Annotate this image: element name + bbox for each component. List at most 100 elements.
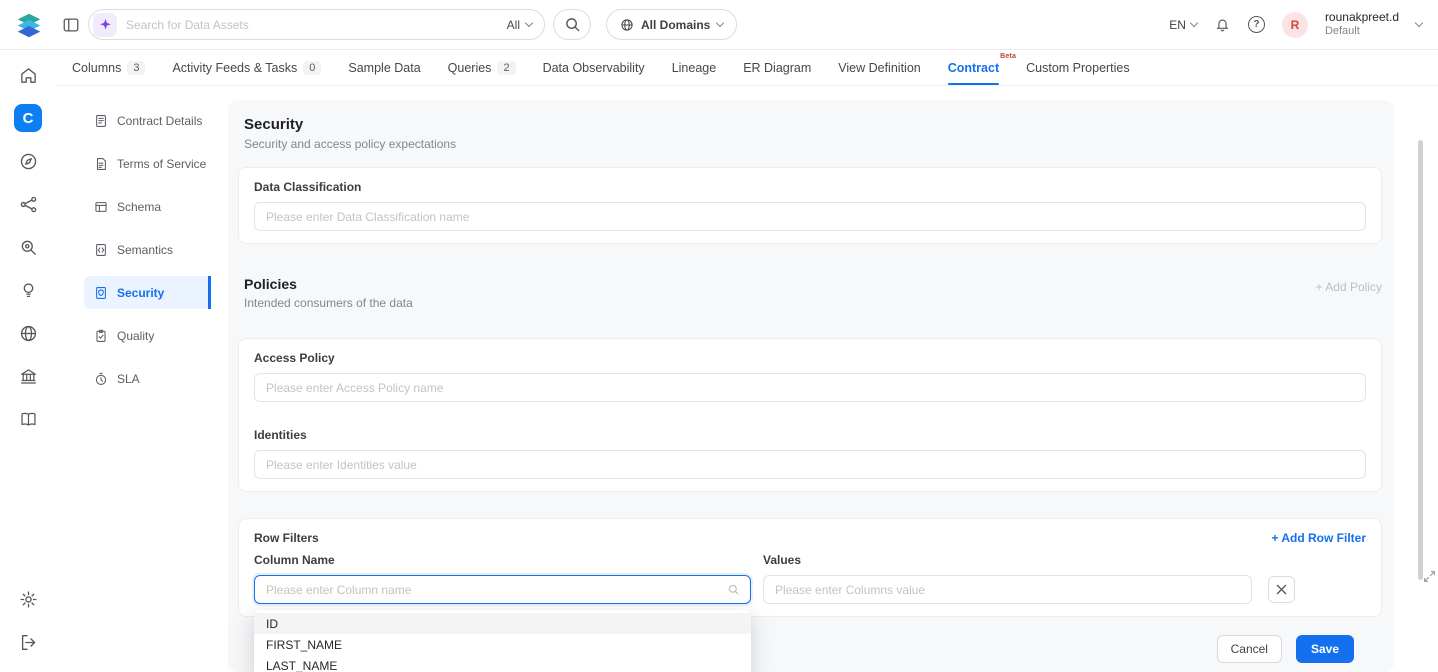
insights-icon[interactable] [11,273,45,307]
tab-custom-properties[interactable]: Custom Properties [1026,50,1130,85]
terms-of-service-icon [94,157,108,171]
tab-columns[interactable]: Columns 3 [72,50,145,85]
user-team: Default [1325,25,1399,39]
nav-item-schema[interactable]: Schema [84,190,211,223]
tab-sample-data[interactable]: Sample Data [348,50,420,85]
tab-activity-feeds[interactable]: Activity Feeds & Tasks 0 [172,50,321,85]
identities-label: Identities [254,428,1366,442]
domains-dropdown[interactable]: All Domains [606,9,737,40]
vertical-scrollbar[interactable] [1418,140,1423,580]
chevron-down-icon [1190,19,1198,27]
settings-gear-icon[interactable] [11,582,45,616]
user-menu-chevron-icon[interactable] [1415,19,1423,27]
app-logo[interactable] [14,10,44,40]
beta-badge: Beta [1000,53,1016,60]
home-icon[interactable] [11,58,45,92]
access-policy-input[interactable] [266,381,1354,395]
data-classification-input[interactable] [266,210,1354,224]
identities-input[interactable] [266,458,1354,472]
search-button[interactable] [553,9,591,40]
tab-count-badge: 3 [127,61,145,75]
row-filters-header: Row Filters + Add Row Filter [254,531,1366,545]
policies-title: Policies [244,276,413,292]
security-panel: Security Security and access policy expe… [228,100,1394,672]
values-field: Values [763,553,1295,604]
cancel-button[interactable]: Cancel [1217,635,1282,663]
tab-view-definition[interactable]: View Definition [838,50,920,85]
search-scope-dropdown[interactable]: All [507,18,532,32]
quality-check-icon [94,329,108,343]
globe-icon [620,18,634,32]
contract-section-nav: Contract Details Terms of Service Schema… [84,104,211,405]
contract-content: Contract Details Terms of Service Schema… [56,86,1438,672]
domains-globe-icon[interactable] [11,316,45,350]
sidebar-toggle-icon[interactable] [62,16,80,34]
lineage-nodes-icon[interactable] [11,187,45,221]
page-subtitle: Security and access policy expectations [244,137,1382,151]
data-classification-card: Data Classification [238,167,1382,244]
chevron-down-icon [525,19,533,27]
knowledge-center-icon[interactable] [11,402,45,436]
tab-lineage[interactable]: Lineage [672,50,717,85]
column-name-input-wrap [254,575,751,604]
observability-icon[interactable] [11,230,45,264]
policies-subtitle: Intended consumers of the data [244,296,413,310]
ai-sparkle-icon[interactable] [93,13,117,37]
chevron-down-icon [716,19,724,27]
security-shield-icon [94,286,108,300]
tab-er-diagram[interactable]: ER Diagram [743,50,811,85]
domains-label: All Domains [641,18,710,32]
language-dropdown[interactable]: EN [1169,18,1197,32]
explore-compass-icon[interactable] [11,144,45,178]
add-row-filter-button[interactable]: + Add Row Filter [1271,531,1366,545]
dropdown-option[interactable]: ID [254,613,751,634]
language-value: EN [1169,18,1186,32]
data-classification-input-wrap [254,202,1366,231]
semantics-icon [94,243,108,257]
row-filters-card: Row Filters + Add Row Filter Column Name… [238,518,1382,617]
values-input-wrap [763,575,1252,604]
tab-queries[interactable]: Queries 2 [448,50,516,85]
identities-input-wrap [254,450,1366,479]
remove-row-filter-button[interactable] [1268,576,1295,603]
search-icon [728,584,739,595]
values-label: Values [763,553,1252,567]
sla-clock-icon [94,372,108,386]
govern-bank-icon[interactable] [11,359,45,393]
row-filter-row: Column Name ID FIRST_NAME LAST_NAME [254,553,1366,604]
help-icon[interactable]: ? [1248,16,1265,33]
contract-details-icon [94,114,108,128]
tab-data-observability[interactable]: Data Observability [543,50,645,85]
tab-contract[interactable]: Contract Beta [948,50,999,85]
header-right-cluster: EN ? R rounakpreet.d Default [1169,10,1424,39]
tab-count-badge: 2 [497,61,515,75]
nav-item-security[interactable]: Security [84,276,211,309]
search-scope-value: All [507,18,520,32]
dropdown-option[interactable]: LAST_NAME [254,655,751,672]
values-input[interactable] [775,583,1240,597]
avatar[interactable]: R [1282,12,1308,38]
policies-header: Policies Intended consumers of the data … [238,274,1382,310]
dropdown-option[interactable]: FIRST_NAME [254,634,751,655]
page-title: Security [244,116,1382,133]
user-menu[interactable]: rounakpreet.d Default [1325,10,1399,39]
search-input[interactable] [126,18,507,32]
nav-item-sla[interactable]: SLA [84,362,211,395]
collate-app-icon[interactable]: C [11,101,45,135]
nav-item-terms-of-service[interactable]: Terms of Service [84,147,211,180]
nav-item-quality[interactable]: Quality [84,319,211,352]
column-name-label: Column Name [254,553,751,567]
column-name-input[interactable] [266,583,728,597]
notifications-bell-icon[interactable] [1214,16,1231,33]
tab-count-badge: 0 [303,61,321,75]
logout-icon[interactable] [11,625,45,659]
resize-handle-icon[interactable] [1423,570,1436,583]
left-icon-rail: C [0,50,56,672]
top-header: All All Domains EN ? R rounakpreet.d Def… [0,0,1438,50]
global-search[interactable]: All [88,9,545,40]
save-button[interactable]: Save [1296,635,1354,663]
access-policy-label: Access Policy [254,351,1366,365]
add-policy-button[interactable]: + Add Policy [1316,280,1382,294]
nav-item-contract-details[interactable]: Contract Details [84,104,211,137]
nav-item-semantics[interactable]: Semantics [84,233,211,266]
